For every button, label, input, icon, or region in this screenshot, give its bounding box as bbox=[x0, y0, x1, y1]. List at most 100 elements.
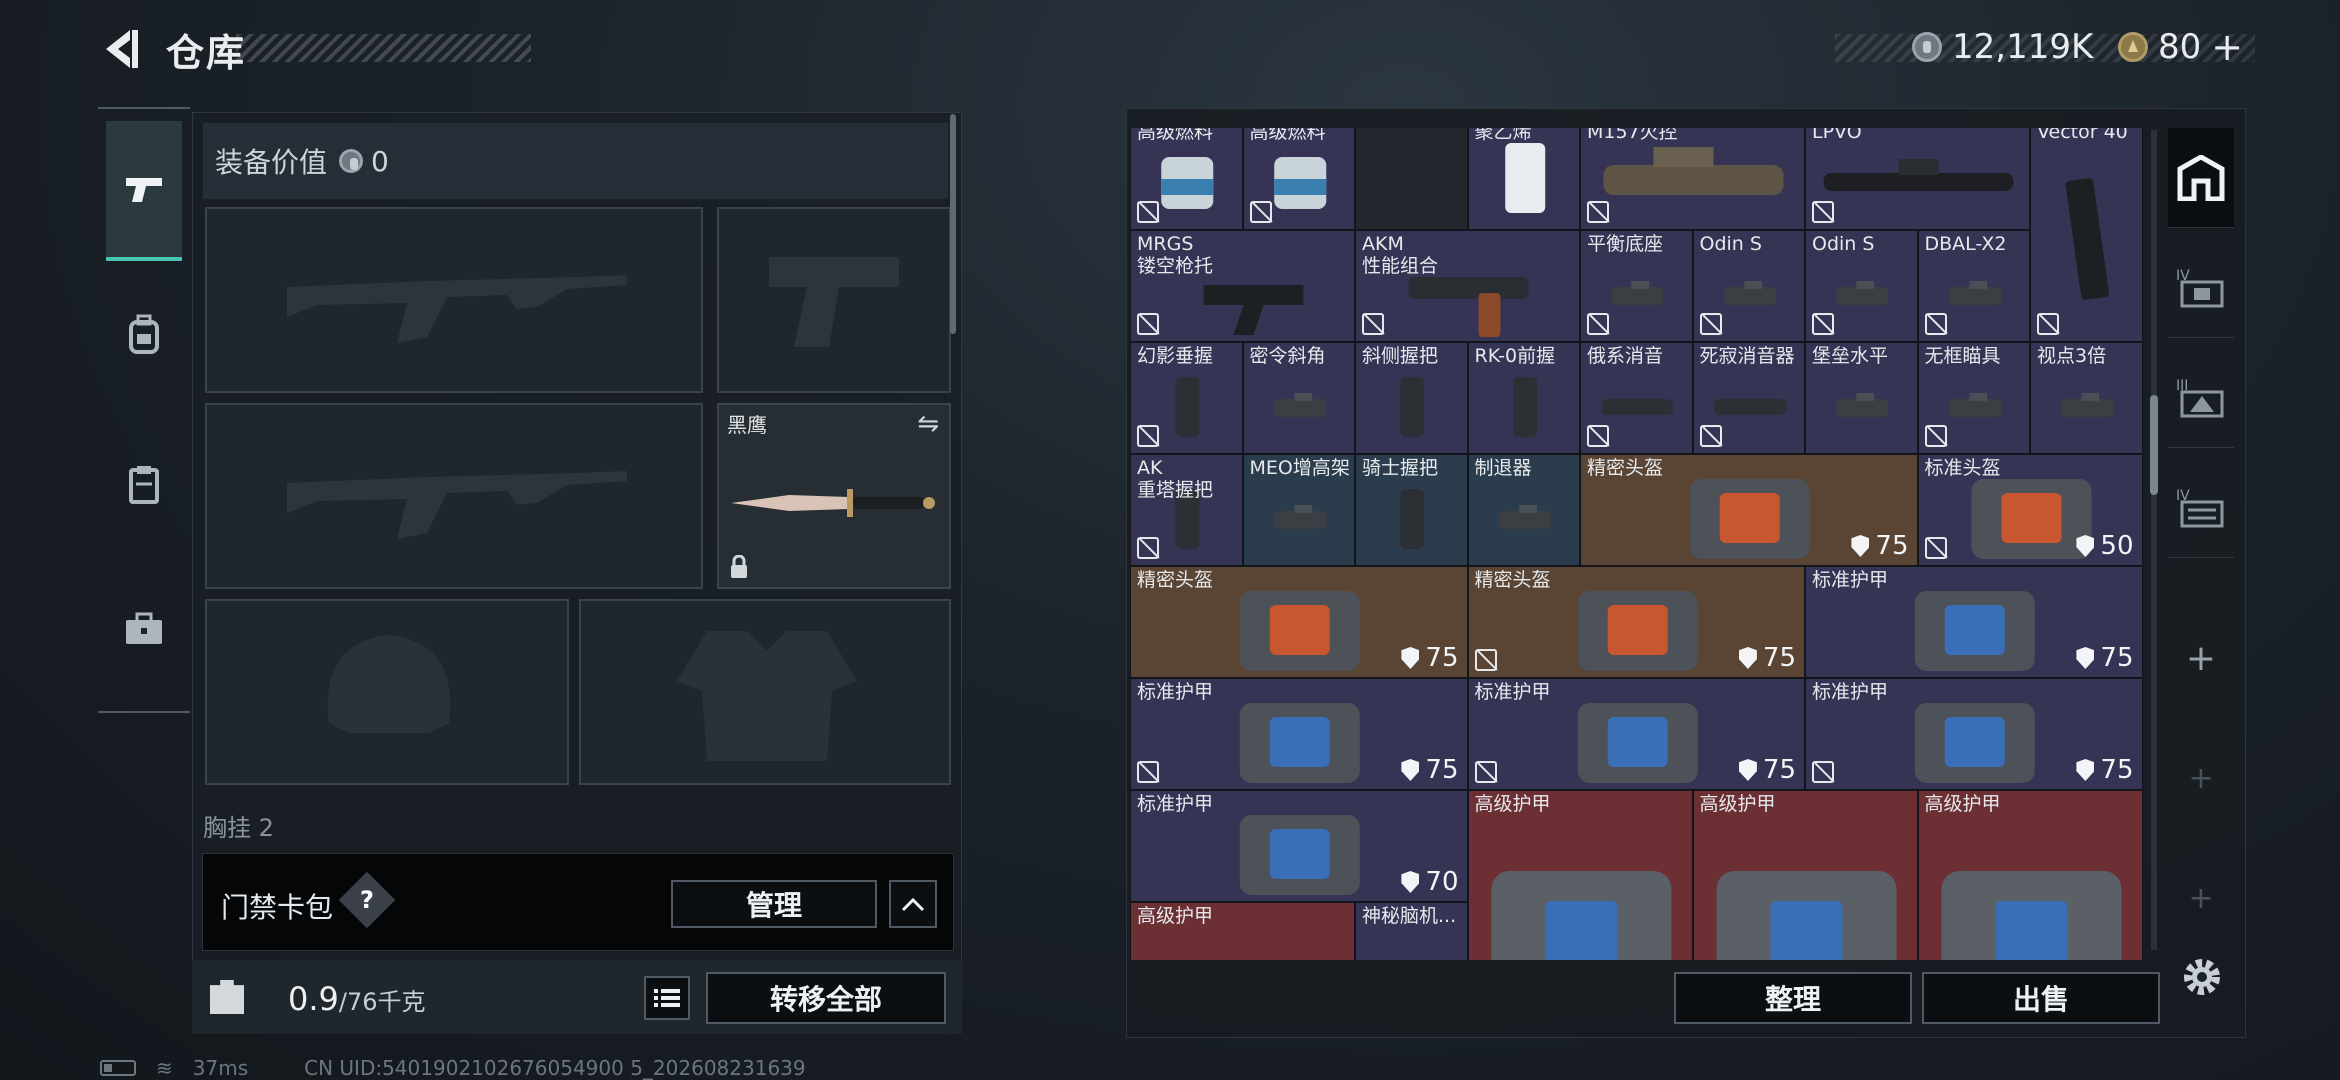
home-icon bbox=[2177, 154, 2225, 201]
equipment-scrollbar[interactable] bbox=[950, 114, 956, 334]
item-name: 斜侧握把 bbox=[1362, 345, 1439, 367]
durability-value: 75 bbox=[1762, 755, 1796, 785]
item-name: AKM 性能组合 bbox=[1362, 233, 1439, 277]
inventory-item[interactable]: MEO增高架 bbox=[1242, 454, 1355, 566]
item-name: 幻影垂握 bbox=[1137, 345, 1214, 367]
gear-icon[interactable] bbox=[2180, 955, 2224, 999]
durability-value: 75 bbox=[1875, 531, 1909, 561]
inventory-item[interactable]: 幻影垂握 bbox=[1130, 342, 1243, 454]
item-name: 无框瞄具 bbox=[1924, 345, 2001, 367]
inventory-item[interactable]: 标准护甲 75 bbox=[1467, 678, 1805, 790]
inventory-item[interactable]: 聚乙烯 bbox=[1467, 128, 1580, 230]
expand-button[interactable] bbox=[889, 880, 937, 928]
equipment-value-row: 装备价值 0 bbox=[203, 123, 948, 199]
inventory-item[interactable]: 高级护甲 bbox=[1917, 790, 2143, 960]
no-trade-icon bbox=[1137, 537, 1159, 559]
swap-icon[interactable]: ⇋ bbox=[917, 409, 939, 439]
primary-weapon-slot[interactable] bbox=[205, 207, 703, 393]
helmet-slot[interactable] bbox=[205, 599, 569, 785]
item-picture bbox=[1356, 128, 1468, 230]
inventory-item[interactable]: 精密头盔 75 bbox=[1467, 566, 1805, 678]
sort-button[interactable]: 整理 bbox=[1674, 972, 1912, 1024]
gold-plus-icon[interactable]: + bbox=[2211, 25, 2243, 69]
weight-icon bbox=[210, 980, 244, 1014]
silver-coin-icon bbox=[1912, 32, 1942, 62]
inventory-item[interactable]: Odin S bbox=[1692, 230, 1805, 342]
inventory-item[interactable]: 骑士握把 bbox=[1355, 454, 1468, 566]
inventory-item[interactable]: RK-0前握 bbox=[1467, 342, 1580, 454]
durability-badge: 70 bbox=[1401, 867, 1459, 897]
inventory-item[interactable]: 无框瞄具 bbox=[1917, 342, 2030, 454]
item-picture bbox=[1504, 143, 1545, 213]
inventory-item[interactable] bbox=[1355, 128, 1468, 230]
gold-currency[interactable]: 80 + bbox=[2118, 25, 2243, 69]
inventory-item[interactable]: 堡垒水平 bbox=[1805, 342, 1918, 454]
tab-storage-iv-b[interactable]: IV bbox=[2168, 458, 2234, 558]
tab-case[interactable] bbox=[108, 584, 180, 674]
inventory-item[interactable]: 高级燃料 bbox=[1242, 128, 1355, 230]
inventory-item[interactable]: Odin S bbox=[1805, 230, 1918, 342]
item-name: 高级燃料 bbox=[1137, 128, 1214, 143]
inventory-item[interactable]: 高级护甲 bbox=[1467, 790, 1693, 960]
no-trade-icon bbox=[1137, 761, 1159, 783]
transfer-all-button[interactable]: 转移全部 bbox=[706, 972, 946, 1024]
inventory-item[interactable]: AK 重塔握把 bbox=[1130, 454, 1243, 566]
manage-button[interactable]: 管理 bbox=[671, 880, 877, 928]
inventory-item[interactable]: LPVO bbox=[1805, 128, 2030, 230]
inventory-item[interactable]: MRGS 镂空枪托 bbox=[1130, 230, 1355, 342]
armor-slot[interactable] bbox=[579, 599, 951, 785]
inventory-item[interactable]: 高级护甲 bbox=[1130, 902, 1355, 960]
inventory-item[interactable]: 神秘脑机... bbox=[1355, 902, 1468, 960]
tab-storage-iii[interactable]: III bbox=[2168, 348, 2234, 448]
tab-backpack[interactable] bbox=[108, 289, 180, 379]
inventory-item[interactable]: 死寂消音器 bbox=[1692, 342, 1805, 454]
silver-coin-icon bbox=[339, 149, 364, 173]
inventory-item[interactable]: 精密头盔 75 bbox=[1130, 566, 1468, 678]
weight-readout: 0.9/76千克 bbox=[288, 980, 426, 1018]
tab-storage-iv-a[interactable]: IV bbox=[2168, 238, 2234, 338]
inventory-item[interactable]: 斜侧握把 bbox=[1355, 342, 1468, 454]
inventory-item[interactable]: AKM 性能组合 bbox=[1355, 230, 1580, 342]
inventory-item[interactable]: 高级燃料 bbox=[1130, 128, 1243, 230]
no-trade-icon bbox=[1137, 201, 1159, 223]
back-arrow-icon[interactable] bbox=[96, 24, 146, 74]
tab-storage-main[interactable] bbox=[2168, 128, 2234, 228]
inventory-item[interactable]: DBAL-X2 bbox=[1917, 230, 2030, 342]
inventory-item[interactable]: M157火控 bbox=[1580, 128, 1805, 230]
tab-vest[interactable] bbox=[108, 439, 180, 529]
inventory-scrollbar[interactable] bbox=[2150, 395, 2158, 495]
item-name: 聚乙烯 bbox=[1474, 128, 1532, 143]
inventory-item[interactable]: 制退器 bbox=[1467, 454, 1580, 566]
pistol-slot[interactable] bbox=[717, 207, 951, 393]
inventory-item[interactable]: 高级护甲 bbox=[1692, 790, 1918, 960]
inventory-item[interactable]: 精密头盔 75 bbox=[1580, 454, 1918, 566]
no-trade-icon bbox=[1812, 201, 1834, 223]
inventory-item[interactable]: 标准护甲 70 bbox=[1130, 790, 1468, 902]
inventory-item[interactable]: 俄系消音 bbox=[1580, 342, 1693, 454]
shield-icon bbox=[1401, 759, 1420, 781]
tab-weapons[interactable] bbox=[106, 121, 182, 261]
sell-button[interactable]: 出售 bbox=[1922, 972, 2160, 1024]
item-name: Vector 40 bbox=[2037, 128, 2128, 143]
add-storage-button-locked: + bbox=[2168, 848, 2234, 948]
inventory-item[interactable]: Vector 40 bbox=[2030, 128, 2143, 342]
list-view-button[interactable] bbox=[644, 976, 690, 1020]
help-icon[interactable]: ? bbox=[338, 871, 396, 929]
secondary-weapon-slot[interactable] bbox=[205, 403, 703, 589]
storage-box-icon: IV bbox=[2176, 268, 2224, 307]
inventory-item[interactable]: 密令斜角 bbox=[1242, 342, 1355, 454]
item-name: AK 重塔握把 bbox=[1137, 457, 1214, 501]
item-picture bbox=[2065, 178, 2109, 300]
item-name: MRGS 镂空枪托 bbox=[1137, 233, 1214, 277]
melee-slot[interactable]: 黑鹰 ⇋ bbox=[717, 403, 951, 589]
add-storage-button[interactable]: + bbox=[2168, 608, 2234, 708]
inventory-item[interactable]: 平衡底座 bbox=[1580, 230, 1693, 342]
inventory-item[interactable]: 标准护甲 75 bbox=[1130, 678, 1468, 790]
item-picture bbox=[1716, 871, 1896, 960]
item-name: 标准护甲 bbox=[1812, 569, 1889, 591]
inventory-item[interactable]: 视点3倍 bbox=[2030, 342, 2143, 454]
inventory-item[interactable]: 标准护甲 75 bbox=[1805, 678, 2143, 790]
top-bar: 仓库 12,119K 80 + bbox=[0, 0, 2340, 100]
inventory-item[interactable]: 标准护甲 75 bbox=[1805, 566, 2143, 678]
inventory-item[interactable]: 标准头盔 50 bbox=[1917, 454, 2143, 566]
